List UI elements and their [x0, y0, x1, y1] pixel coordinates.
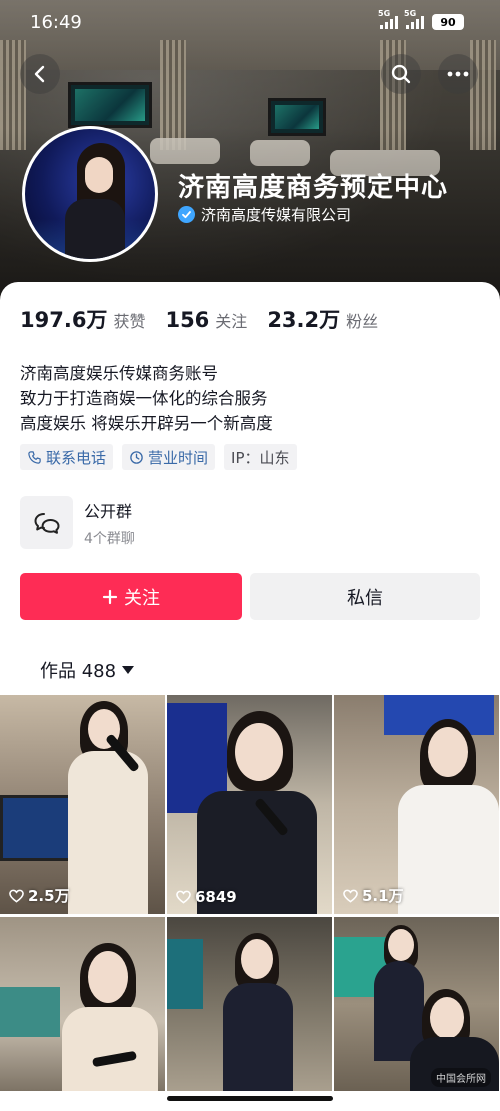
- avatar[interactable]: [22, 126, 158, 262]
- bio-line: 高度娱乐 将娱乐开辟另一个新高度: [20, 414, 273, 433]
- status-indicators: 5G 5G 90: [378, 9, 464, 30]
- back-button[interactable]: [20, 54, 60, 94]
- follow-button[interactable]: 关注: [20, 573, 242, 620]
- verified-label: 济南高度传媒有限公司: [201, 206, 352, 224]
- video-likes: 5.1万: [343, 885, 404, 906]
- stat-likes-value: 197.6万: [20, 308, 108, 332]
- caret-down-icon: [122, 666, 135, 674]
- video-thumbnail[interactable]: 6849: [167, 695, 332, 914]
- network-type-label: 5G: [404, 9, 417, 18]
- profile-bio: 济南高度娱乐传媒商务账号 致力于打造商娱一体化的综合服务 高度娱乐 将娱乐开辟另…: [20, 361, 273, 436]
- battery-level: 90: [440, 15, 456, 29]
- home-indicator[interactable]: [167, 1096, 333, 1101]
- stat-likes-label: 获赞: [113, 312, 146, 331]
- message-label: 私信: [347, 587, 383, 609]
- video-thumbnail[interactable]: [167, 917, 332, 1091]
- chevron-left-icon: [34, 65, 45, 83]
- video-likes: 2.5万: [9, 885, 70, 906]
- heart-icon: [176, 890, 191, 904]
- ip-location-label: IP：山东: [231, 448, 290, 467]
- status-bar: 16:49 5G 5G 90: [0, 0, 500, 44]
- profile-tags: 联系电话 营业时间 IP：山东: [20, 444, 297, 470]
- stat-following-label: 关注: [215, 312, 248, 331]
- cellular-signal-icon: 5G: [404, 9, 424, 29]
- video-thumbnail[interactable]: [0, 917, 165, 1091]
- heart-icon: [9, 889, 24, 903]
- contact-phone-tag[interactable]: 联系电话: [20, 444, 114, 470]
- stat-followers[interactable]: 23.2万 粉丝: [267, 304, 378, 334]
- battery-icon: 90: [432, 14, 464, 30]
- group-title: 公开群: [84, 501, 133, 521]
- more-dots-icon: [447, 71, 469, 77]
- clock-icon: [130, 450, 143, 464]
- video-thumbnail[interactable]: 2.5万: [0, 695, 165, 914]
- stat-likes[interactable]: 197.6万 获赞: [20, 304, 145, 334]
- works-tab[interactable]: 作品 488: [40, 657, 135, 683]
- thumbnail-screen: [167, 939, 203, 1009]
- heart-icon: [343, 889, 358, 903]
- avatar-face: [85, 157, 113, 193]
- public-group-entry[interactable]: 公开群 4个群聊: [20, 496, 135, 549]
- message-button[interactable]: 私信: [250, 573, 480, 620]
- contact-phone-label: 联系电话: [46, 448, 107, 467]
- video-likes-count: 2.5万: [28, 887, 70, 905]
- bio-line: 致力于打造商娱一体化的综合服务: [20, 389, 268, 408]
- thumbnail-sofa: [0, 987, 60, 1037]
- video-likes-count: 6849: [195, 888, 237, 906]
- profile-actions: 关注 私信: [20, 573, 480, 620]
- avatar-body: [65, 199, 125, 259]
- watermark: 中国会所网: [431, 1068, 491, 1087]
- phone-icon: [28, 450, 41, 464]
- video-likes: 6849: [176, 888, 237, 906]
- follow-label: 关注: [124, 587, 160, 609]
- works-tab-label: 作品 488: [40, 661, 117, 682]
- video-thumbnail[interactable]: 中国会所网: [334, 917, 499, 1091]
- verified-check-icon: [178, 206, 195, 223]
- network-type-label: 5G: [378, 9, 391, 18]
- search-icon: [391, 64, 411, 84]
- business-hours-label: 营业时间: [148, 448, 209, 467]
- thumbnail-screen: [0, 795, 76, 861]
- profile-name: 济南高度商务预定中心: [178, 173, 449, 203]
- video-likes-count: 5.1万: [362, 887, 404, 905]
- more-button[interactable]: [438, 54, 478, 94]
- cellular-signal-icon: 5G: [378, 9, 398, 29]
- group-chat-icon: [20, 496, 73, 549]
- stat-followers-label: 粉丝: [346, 312, 379, 331]
- plus-icon: [102, 589, 118, 604]
- verified-badge-row[interactable]: 济南高度传媒有限公司: [178, 204, 351, 225]
- ip-location-tag: IP：山东: [224, 444, 297, 470]
- video-thumbnail[interactable]: 5.1万: [334, 695, 499, 914]
- stat-following[interactable]: 156 关注: [165, 308, 247, 332]
- profile-stats: 197.6万 获赞 156 关注 23.2万 粉丝: [20, 304, 398, 334]
- bio-line: 济南高度娱乐传媒商务账号: [20, 364, 218, 383]
- stat-following-value: 156: [165, 308, 210, 332]
- status-time: 16:49: [30, 12, 82, 33]
- stat-followers-value: 23.2万: [267, 308, 341, 332]
- business-hours-tag[interactable]: 营业时间: [122, 444, 216, 470]
- search-button[interactable]: [381, 54, 421, 94]
- group-subtitle: 4个群聊: [84, 530, 135, 547]
